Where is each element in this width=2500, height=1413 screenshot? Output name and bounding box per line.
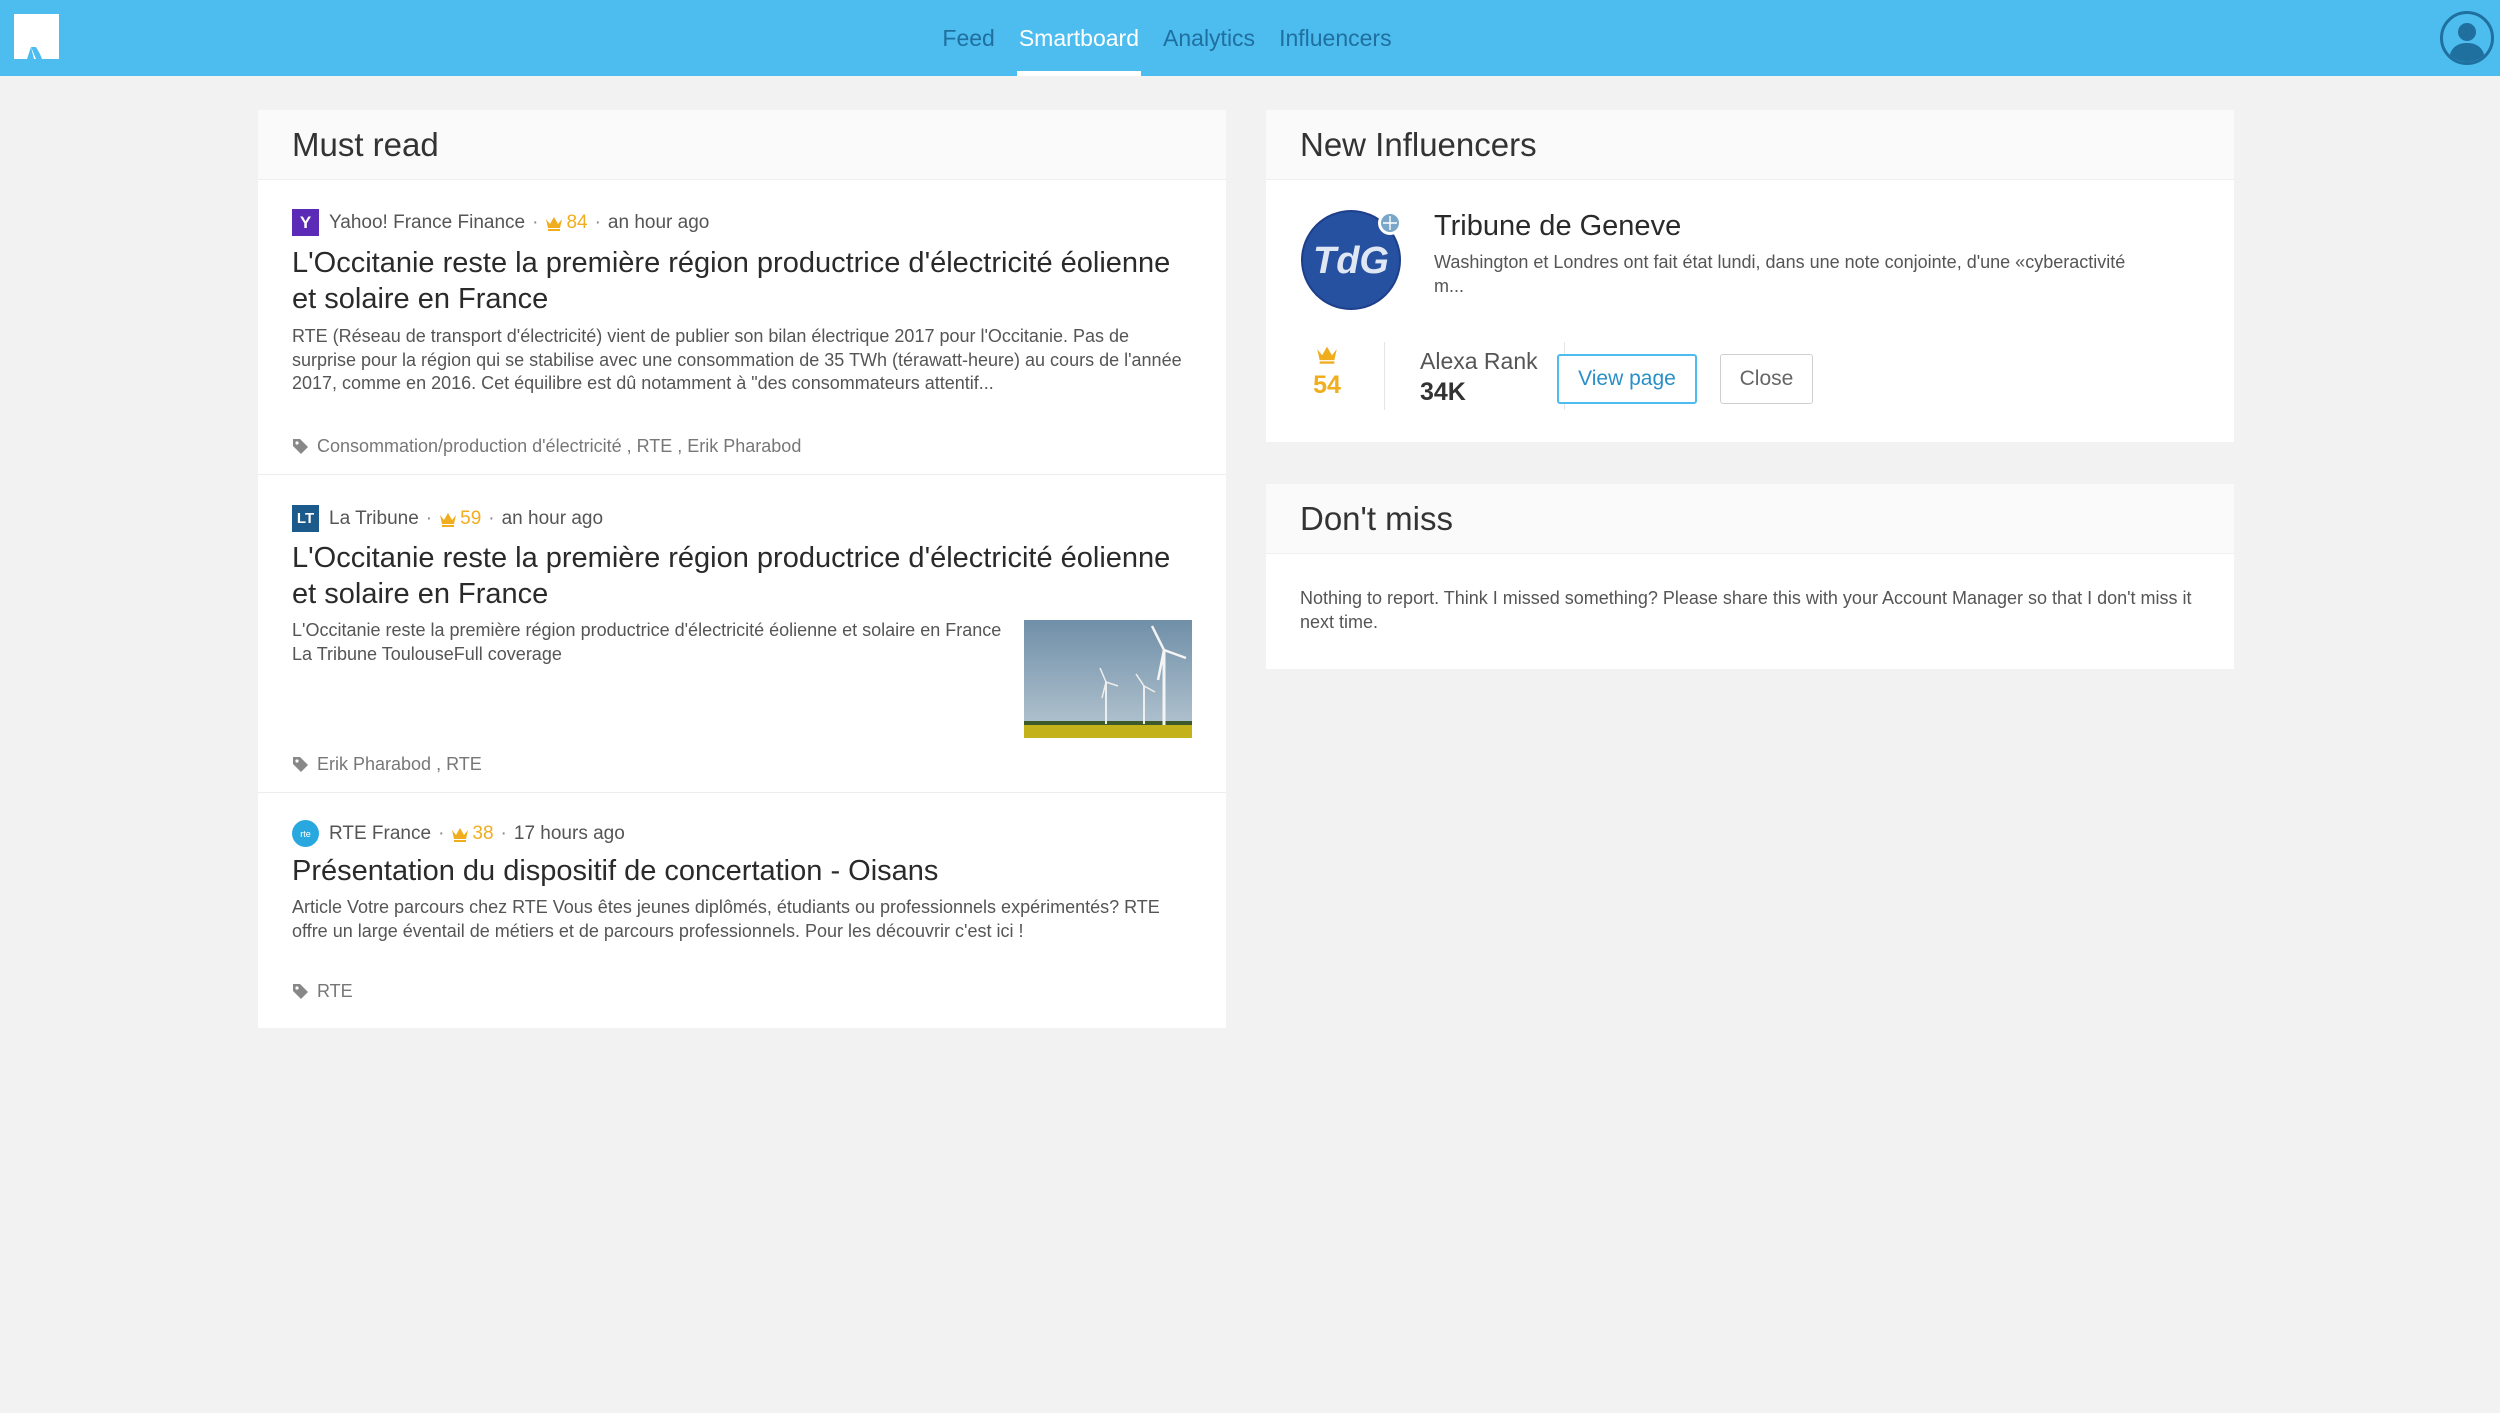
- influencer-score: 54: [1302, 344, 1352, 400]
- dont-miss-message: Nothing to report. Think I missed someth…: [1300, 588, 2192, 632]
- tag-icon: [293, 984, 308, 999]
- article-tags: Consommation/production d'électricité , …: [292, 436, 801, 457]
- dont-miss-title: Don't miss: [1300, 499, 1453, 537]
- la-tribune-source-icon: LT: [292, 505, 319, 532]
- article-title[interactable]: Présentation du dispositif de concertati…: [292, 853, 1172, 889]
- article-tags: Erik Pharabod , RTE: [292, 754, 482, 775]
- yahoo-source-icon: Y: [292, 209, 319, 236]
- user-avatar[interactable]: [2440, 11, 2494, 65]
- article-meta: rte RTE France · 38 · 17 hours ago: [292, 820, 625, 847]
- article-tags: RTE: [292, 981, 353, 1002]
- influencer-description: Washington et Londres ont fait état lund…: [1434, 252, 2126, 296]
- article-title[interactable]: L'Occitanie reste la première région pro…: [292, 245, 1172, 317]
- rte-source-icon: rte: [292, 820, 319, 847]
- must-read-card: Must read Y Yahoo! France Finance · 84 ·…: [258, 110, 1226, 1028]
- nav-influencers[interactable]: Influencers: [1267, 0, 1404, 76]
- article-meta: LT La Tribune · 59 · an hour ago: [292, 505, 603, 532]
- crown-icon: [1317, 346, 1337, 364]
- crown-icon: [440, 512, 457, 527]
- close-button[interactable]: Close: [1720, 354, 1813, 404]
- new-influencers-header: New Influencers: [1266, 110, 2234, 180]
- influencer-logo[interactable]: TdG: [1300, 209, 1402, 311]
- nav-feed[interactable]: Feed: [930, 0, 1006, 76]
- main-nav: Feed Smartboard Analytics Influencers: [0, 0, 2500, 76]
- article-meta: Y Yahoo! France Finance · 84 · an hour a…: [292, 209, 709, 236]
- article-source[interactable]: Yahoo! France Finance: [329, 212, 525, 234]
- view-page-button[interactable]: View page: [1557, 354, 1697, 404]
- article-time: 17 hours ago: [513, 822, 625, 844]
- article-score: 84: [545, 212, 588, 234]
- article-source[interactable]: La Tribune: [329, 508, 419, 530]
- article-item[interactable]: LT La Tribune · 59 · an hour ago L'Occit…: [258, 475, 1226, 793]
- influencer-name[interactable]: Tribune de Geneve: [1434, 210, 1681, 243]
- tag-icon: [293, 757, 308, 772]
- crown-icon: [546, 216, 563, 231]
- article-summary: RTE (Réseau de transport d'électricité) …: [292, 326, 1182, 393]
- article-score: 38: [451, 823, 494, 845]
- article-score: 59: [439, 508, 481, 530]
- top-bar: Feed Smartboard Analytics Influencers: [0, 0, 2500, 76]
- alexa-rank-label: Alexa Rank: [1420, 348, 1538, 374]
- nav-smartboard[interactable]: Smartboard: [1007, 0, 1151, 76]
- article-item[interactable]: Y Yahoo! France Finance · 84 · an hour a…: [258, 181, 1226, 475]
- alexa-rank-value: 34K: [1420, 378, 1466, 406]
- stats-divider: [1384, 342, 1385, 410]
- crown-icon: [452, 827, 469, 842]
- tdg-logo-text: TdG: [1313, 240, 1389, 282]
- tag-icon: [293, 439, 308, 454]
- nav-analytics[interactable]: Analytics: [1151, 0, 1267, 76]
- dont-miss-card: Don't miss Nothing to report. Think I mi…: [1266, 484, 2234, 669]
- article-summary: L'Occitanie reste la première région pro…: [292, 620, 1002, 664]
- must-read-title: Must read: [292, 125, 439, 163]
- article-time: an hour ago: [501, 507, 604, 529]
- wind-turbine-image: [1024, 620, 1192, 738]
- article-source[interactable]: RTE France: [329, 823, 431, 845]
- article-item[interactable]: rte RTE France · 38 · 17 hours ago Prése…: [258, 793, 1226, 1028]
- must-read-header: Must read: [258, 110, 1226, 180]
- new-influencers-title: New Influencers: [1300, 125, 1537, 163]
- article-title[interactable]: L'Occitanie reste la première région pro…: [292, 540, 1172, 612]
- user-icon: [2449, 23, 2485, 62]
- article-thumbnail[interactable]: [1024, 620, 1192, 738]
- article-summary: Article Votre parcours chez RTE Vous ête…: [292, 897, 1160, 941]
- dont-miss-header: Don't miss: [1266, 484, 2234, 554]
- article-time: an hour ago: [607, 211, 710, 233]
